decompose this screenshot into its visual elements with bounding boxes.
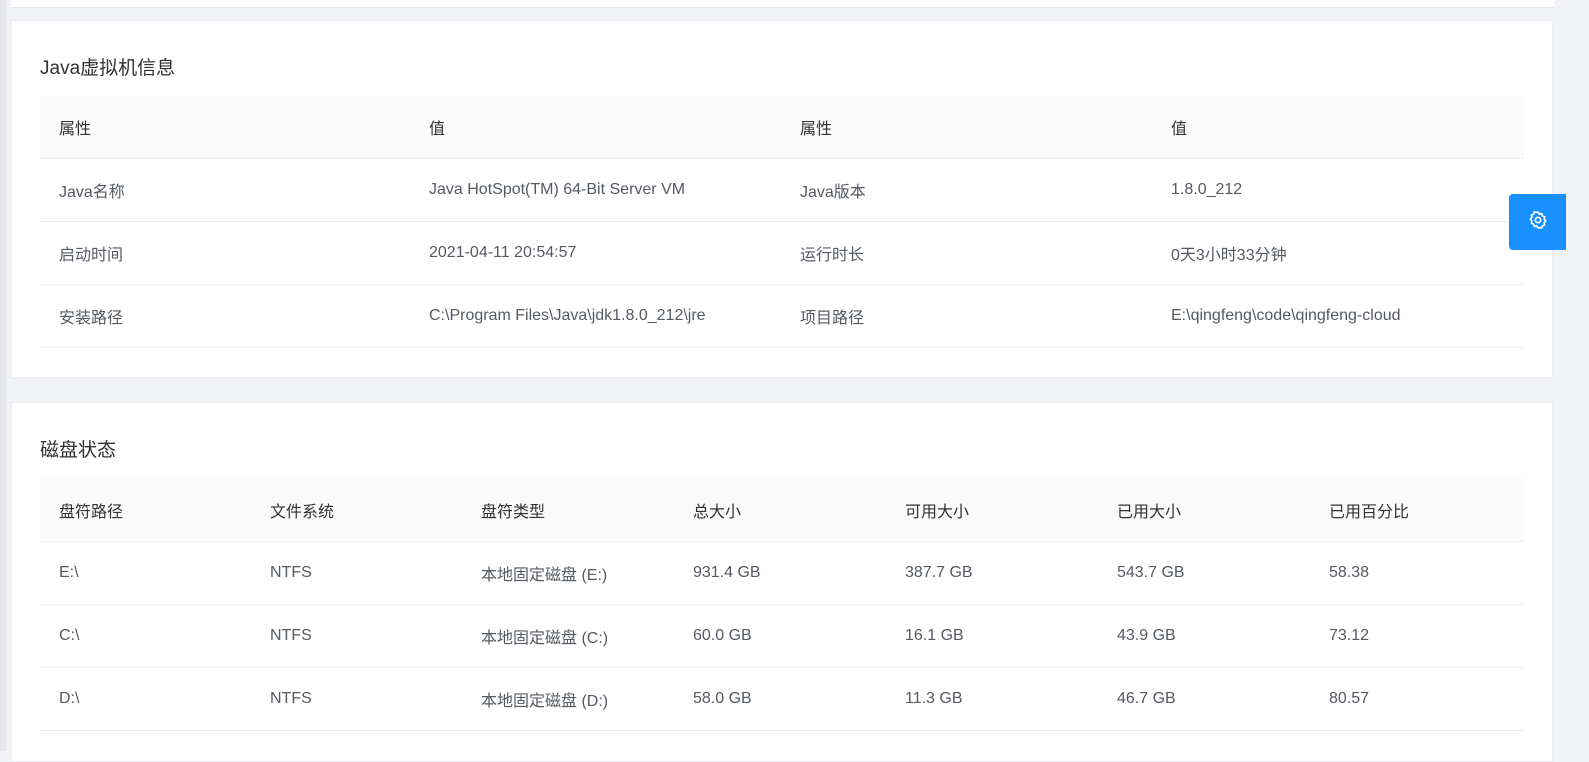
cell-property: Java版本 bbox=[781, 158, 1152, 222]
cell-value: 2021-04-11 20:54:57 bbox=[410, 221, 781, 285]
jvm-info-table: 属性 值 属性 值 Java名称 Java HotSpot(TM) 64-Bit… bbox=[40, 96, 1524, 348]
cell-property: 运行时长 bbox=[781, 221, 1152, 285]
disk-status-card: 磁盘状态 盘符路径 文件系统 盘符类型 总大小 可用大小 已用大小 已用百分比 … bbox=[11, 402, 1553, 762]
cell-used-size: 46.7 GB bbox=[1098, 667, 1310, 731]
cell-free-size: 11.3 GB bbox=[886, 667, 1098, 731]
column-header[interactable]: 文件系统 bbox=[251, 479, 462, 542]
disk-header-row: 盘符路径 文件系统 盘符类型 总大小 可用大小 已用大小 已用百分比 bbox=[40, 479, 1524, 542]
cell-value: C:\Program Files\Java\jdk1.8.0_212\jre bbox=[410, 284, 781, 348]
cell-value: E:\qingfeng\code\qingfeng-cloud bbox=[1152, 284, 1524, 348]
left-edge bbox=[0, 0, 6, 751]
table-row: C:\ NTFS 本地固定磁盘 (C:) 60.0 GB 16.1 GB 43.… bbox=[40, 604, 1524, 668]
cell-file-system: NTFS bbox=[251, 667, 462, 731]
column-header[interactable]: 值 bbox=[410, 96, 781, 159]
disk-status-title: 磁盘状态 bbox=[40, 440, 117, 461]
cell-total-size: 60.0 GB bbox=[674, 604, 886, 668]
settings-button[interactable] bbox=[1509, 194, 1566, 250]
cell-property: 项目路径 bbox=[781, 284, 1152, 348]
column-header[interactable]: 已用百分比 bbox=[1310, 479, 1524, 542]
cell-value: Java HotSpot(TM) 64-Bit Server VM bbox=[410, 158, 781, 222]
jvm-header-row: 属性 值 属性 值 bbox=[40, 96, 1524, 159]
cell-free-size: 16.1 GB bbox=[886, 604, 1098, 668]
column-header[interactable]: 盘符类型 bbox=[462, 479, 674, 542]
gear-icon bbox=[1528, 210, 1548, 235]
cell-used-percent: 80.57 bbox=[1310, 667, 1524, 731]
cell-property: 启动时间 bbox=[40, 221, 410, 285]
cell-drive-path: D:\ bbox=[40, 667, 251, 731]
column-header[interactable]: 可用大小 bbox=[886, 479, 1098, 542]
column-header[interactable]: 盘符路径 bbox=[40, 479, 251, 542]
cell-file-system: NTFS bbox=[251, 541, 462, 605]
cell-used-percent: 73.12 bbox=[1310, 604, 1524, 668]
disk-status-table: 盘符路径 文件系统 盘符类型 总大小 可用大小 已用大小 已用百分比 E:\ N… bbox=[40, 479, 1524, 731]
table-row: Java名称 Java HotSpot(TM) 64-Bit Server VM… bbox=[40, 158, 1524, 222]
column-header[interactable]: 属性 bbox=[781, 96, 1152, 159]
jvm-info-card: Java虚拟机信息 属性 值 属性 值 Java名称 Java HotSpot(… bbox=[11, 20, 1553, 378]
table-row: D:\ NTFS 本地固定磁盘 (D:) 58.0 GB 11.3 GB 46.… bbox=[40, 667, 1524, 731]
cell-file-system: NTFS bbox=[251, 604, 462, 668]
column-header[interactable]: 总大小 bbox=[674, 479, 886, 542]
cell-property: 安装路径 bbox=[40, 284, 410, 348]
column-header[interactable]: 已用大小 bbox=[1098, 479, 1310, 542]
cell-property: Java名称 bbox=[40, 158, 410, 222]
cell-free-size: 387.7 GB bbox=[886, 541, 1098, 605]
column-header[interactable]: 值 bbox=[1152, 96, 1524, 159]
column-header[interactable]: 属性 bbox=[40, 96, 410, 159]
cell-value: 1.8.0_212 bbox=[1152, 158, 1524, 222]
cell-value: 0天3小时33分钟 bbox=[1152, 221, 1524, 285]
table-row: E:\ NTFS 本地固定磁盘 (E:) 931.4 GB 387.7 GB 5… bbox=[40, 541, 1524, 605]
cell-drive-path: C:\ bbox=[40, 604, 251, 668]
cell-total-size: 931.4 GB bbox=[674, 541, 886, 605]
previous-card-edge bbox=[11, 0, 1554, 8]
cell-drive-type: 本地固定磁盘 (C:) bbox=[462, 604, 674, 668]
cell-drive-type: 本地固定磁盘 (E:) bbox=[462, 541, 674, 605]
cell-used-size: 543.7 GB bbox=[1098, 541, 1310, 605]
cell-total-size: 58.0 GB bbox=[674, 667, 886, 731]
cell-used-percent: 58.38 bbox=[1310, 541, 1524, 605]
table-row: 安装路径 C:\Program Files\Java\jdk1.8.0_212\… bbox=[40, 284, 1524, 348]
jvm-info-title: Java虚拟机信息 bbox=[40, 58, 176, 79]
cell-used-size: 43.9 GB bbox=[1098, 604, 1310, 668]
table-row: 启动时间 2021-04-11 20:54:57 运行时长 0天3小时33分钟 bbox=[40, 221, 1524, 285]
cell-drive-type: 本地固定磁盘 (D:) bbox=[462, 667, 674, 731]
cell-drive-path: E:\ bbox=[40, 541, 251, 605]
